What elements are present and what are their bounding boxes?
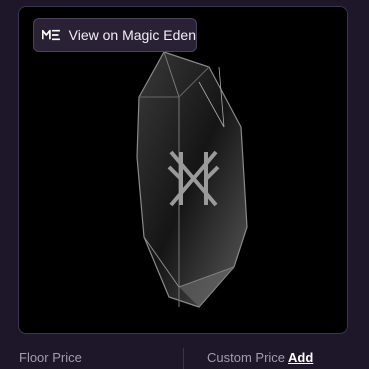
view-on-magic-eden-label: View on Magic Eden <box>68 27 196 43</box>
footer-divider <box>183 348 184 369</box>
view-on-magic-eden-button[interactable]: View on Magic Eden <box>33 18 197 52</box>
magic-eden-logo-icon <box>42 29 60 41</box>
custom-price-label: Custom Price <box>207 350 286 365</box>
nft-image-frame: View on Magic Eden <box>18 6 348 334</box>
price-footer: Floor Price Custom Price Add <box>0 340 369 369</box>
nft-card: View on Magic Eden Floor Price Custom Pr… <box>0 0 369 369</box>
floor-price-label: Floor Price <box>19 350 82 365</box>
add-custom-price-link[interactable]: Add <box>288 350 313 365</box>
crystal-rune-icon <box>136 51 248 308</box>
